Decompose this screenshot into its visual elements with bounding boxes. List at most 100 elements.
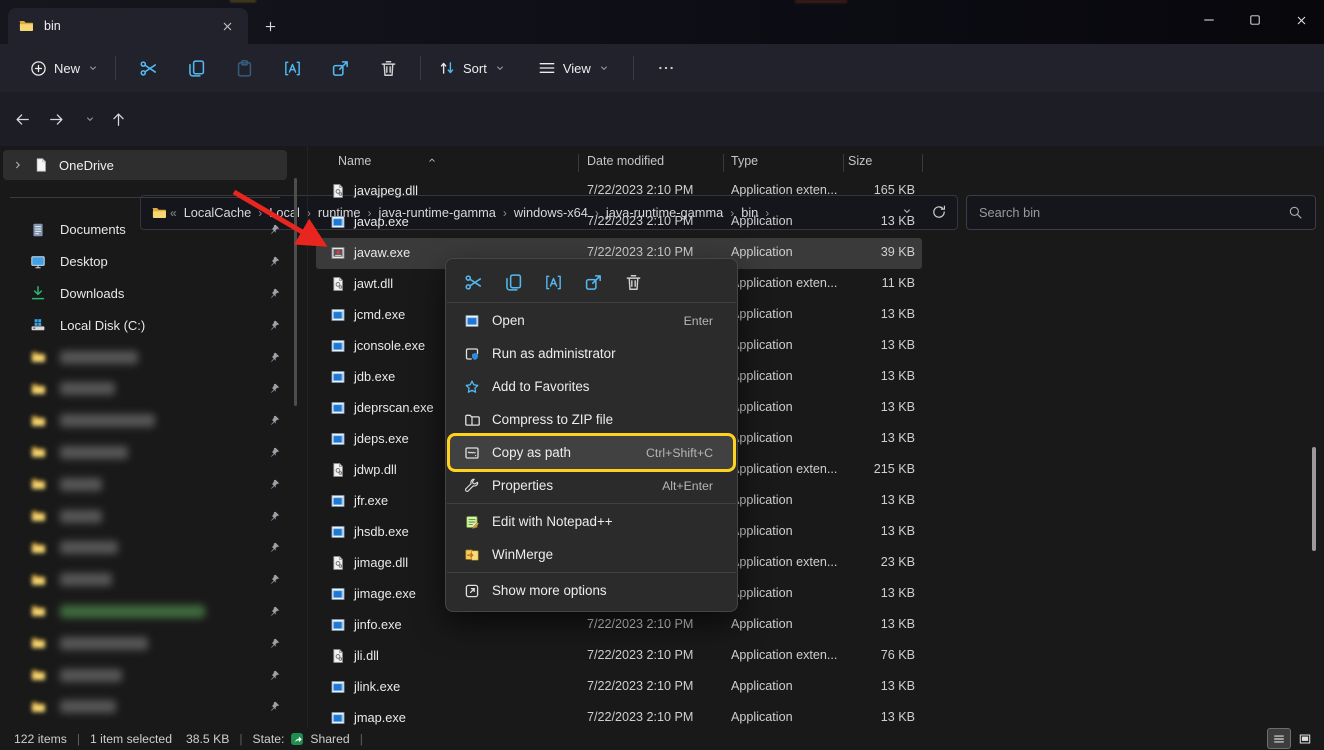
window-controls bbox=[1186, 0, 1324, 40]
menu-item-compress-to-zip-file[interactable]: Compress to ZIP file bbox=[450, 403, 733, 436]
file-row-jinfo.exe[interactable]: jinfo.exe 7/22/2023 2:10 PM Application … bbox=[316, 610, 922, 641]
selection-count: 1 item selected bbox=[90, 732, 172, 746]
file-type: Application bbox=[731, 586, 793, 600]
quick-share-button[interactable] bbox=[573, 267, 613, 297]
pin-icon bbox=[268, 669, 281, 682]
sidebar-item-redacted[interactable] bbox=[0, 627, 300, 659]
cut-button[interactable] bbox=[128, 51, 168, 85]
pin-icon bbox=[268, 637, 281, 650]
column-header-date[interactable]: Date modified bbox=[587, 154, 664, 168]
status-divider: | bbox=[77, 732, 80, 746]
menu-item-edit-with-notepad[interactable]: Edit with Notepad++ bbox=[450, 505, 733, 538]
quick-cut-button[interactable] bbox=[453, 267, 493, 297]
forward-button[interactable] bbox=[42, 105, 70, 133]
up-button[interactable] bbox=[104, 105, 132, 133]
file-name: jdeprscan.exe bbox=[354, 400, 434, 415]
tab-title: bin bbox=[44, 19, 216, 33]
file-size: 165 KB bbox=[808, 183, 915, 197]
file-date: 7/22/2023 2:10 PM bbox=[587, 183, 693, 197]
sidebar-item-redacted[interactable] bbox=[0, 437, 300, 469]
minimize-button[interactable] bbox=[1186, 0, 1232, 40]
large-icons-view-button[interactable] bbox=[1294, 729, 1316, 748]
sidebar-item-redacted[interactable] bbox=[0, 373, 300, 405]
file-row-javajpeg.dll[interactable]: javajpeg.dll 7/22/2023 2:10 PM Applicati… bbox=[316, 176, 922, 207]
see-more-button[interactable] bbox=[646, 51, 686, 85]
folder-icon bbox=[30, 603, 46, 619]
notepadpp-icon bbox=[464, 514, 480, 530]
sidebar-item-local-disk-c[interactable]: Local Disk (C:) bbox=[0, 309, 300, 341]
explorer-tab-bin[interactable]: bin bbox=[8, 8, 248, 44]
maximize-button[interactable] bbox=[1232, 0, 1278, 40]
sidebar-item-redacted[interactable] bbox=[0, 468, 300, 500]
view-button[interactable]: View bbox=[529, 53, 619, 83]
column-divider[interactable] bbox=[843, 154, 844, 172]
file-name: javaw.exe bbox=[354, 245, 410, 260]
share-button[interactable] bbox=[320, 51, 360, 85]
sidebar-item-redacted[interactable] bbox=[0, 532, 300, 564]
sidebar-item-downloads[interactable]: Downloads bbox=[0, 278, 300, 310]
column-divider[interactable] bbox=[922, 154, 923, 172]
copy-button[interactable] bbox=[176, 51, 216, 85]
sidebar-item-label: Documents bbox=[60, 222, 126, 237]
menu-item-properties[interactable]: Properties Alt+Enter bbox=[450, 469, 733, 502]
file-list-scrollbar[interactable] bbox=[1312, 447, 1316, 551]
sidebar-item-desktop[interactable]: Desktop bbox=[0, 246, 300, 278]
exe-icon bbox=[330, 400, 346, 416]
sort-button[interactable]: Sort bbox=[429, 53, 515, 83]
redacted-label bbox=[60, 637, 148, 650]
menu-separator bbox=[447, 302, 736, 303]
file-size: 23 KB bbox=[808, 555, 915, 569]
file-row-jlink.exe[interactable]: jlink.exe 7/22/2023 2:10 PM Application … bbox=[316, 672, 922, 703]
quick-delete-button[interactable] bbox=[613, 267, 653, 297]
navigation-pane: OneDrive Documents Desktop Downloads Loc… bbox=[0, 146, 308, 728]
copy-path-icon bbox=[464, 445, 480, 461]
close-button[interactable] bbox=[1278, 0, 1324, 40]
file-date: 7/22/2023 2:10 PM bbox=[587, 214, 693, 228]
sidebar-scrollbar[interactable] bbox=[294, 178, 297, 406]
delete-button[interactable] bbox=[368, 51, 408, 85]
menu-item-run-as-administrator[interactable]: Run as administrator bbox=[450, 337, 733, 370]
sidebar-item-redacted[interactable] bbox=[0, 405, 300, 437]
menu-item-add-to-favorites[interactable]: Add to Favorites bbox=[450, 370, 733, 403]
sidebar-item-redacted[interactable] bbox=[0, 341, 300, 373]
sidebar-item-redacted[interactable] bbox=[0, 691, 300, 723]
column-header-type[interactable]: Type bbox=[731, 154, 758, 168]
column-divider[interactable] bbox=[578, 154, 579, 172]
chevron-right-icon[interactable] bbox=[3, 159, 33, 171]
sidebar-item-redacted[interactable] bbox=[0, 659, 300, 691]
column-divider[interactable] bbox=[723, 154, 724, 172]
file-type: Application bbox=[731, 214, 793, 228]
file-name: jcmd.exe bbox=[354, 307, 405, 322]
new-button[interactable]: New bbox=[22, 54, 107, 83]
back-button[interactable] bbox=[8, 105, 36, 133]
sidebar-item-redacted[interactable] bbox=[0, 500, 300, 532]
menu-separator bbox=[447, 572, 736, 573]
new-tab-button[interactable] bbox=[258, 14, 282, 38]
sidebar-item-redacted[interactable] bbox=[0, 596, 300, 628]
file-name: jinfo.exe bbox=[354, 617, 402, 632]
zip-icon bbox=[464, 412, 480, 428]
details-view-button[interactable] bbox=[1268, 729, 1290, 748]
tab-close-icon[interactable] bbox=[216, 15, 238, 37]
folder-icon bbox=[30, 699, 46, 715]
rename-button[interactable] bbox=[272, 51, 312, 85]
file-row-javap.exe[interactable]: javap.exe 7/22/2023 2:10 PM Application … bbox=[316, 207, 922, 238]
recent-locations-button[interactable] bbox=[76, 105, 104, 133]
menu-item-open[interactable]: Open Enter bbox=[450, 304, 733, 337]
pin-icon bbox=[268, 351, 281, 364]
column-header-name[interactable]: Name bbox=[338, 154, 371, 168]
file-name: jli.dll bbox=[354, 648, 379, 663]
quick-rename-button[interactable] bbox=[533, 267, 573, 297]
sidebar-item-redacted[interactable] bbox=[0, 564, 300, 596]
file-row-jli.dll[interactable]: jli.dll 7/22/2023 2:10 PM Application ex… bbox=[316, 641, 922, 672]
state-value: Shared bbox=[310, 732, 349, 746]
column-header-size[interactable]: Size bbox=[848, 154, 872, 168]
pin-icon bbox=[268, 414, 281, 427]
menu-item-winmerge[interactable]: WinMerge bbox=[450, 538, 733, 571]
menu-item-copy-as-path[interactable]: Copy as path Ctrl+Shift+C bbox=[450, 436, 733, 469]
sidebar-item-documents[interactable]: Documents bbox=[0, 214, 300, 246]
file-size: 13 KB bbox=[808, 679, 915, 693]
quick-copy-button[interactable] bbox=[493, 267, 533, 297]
sidebar-item-onedrive[interactable]: OneDrive bbox=[3, 150, 287, 180]
menu-item-show-more-options[interactable]: Show more options bbox=[450, 574, 733, 607]
